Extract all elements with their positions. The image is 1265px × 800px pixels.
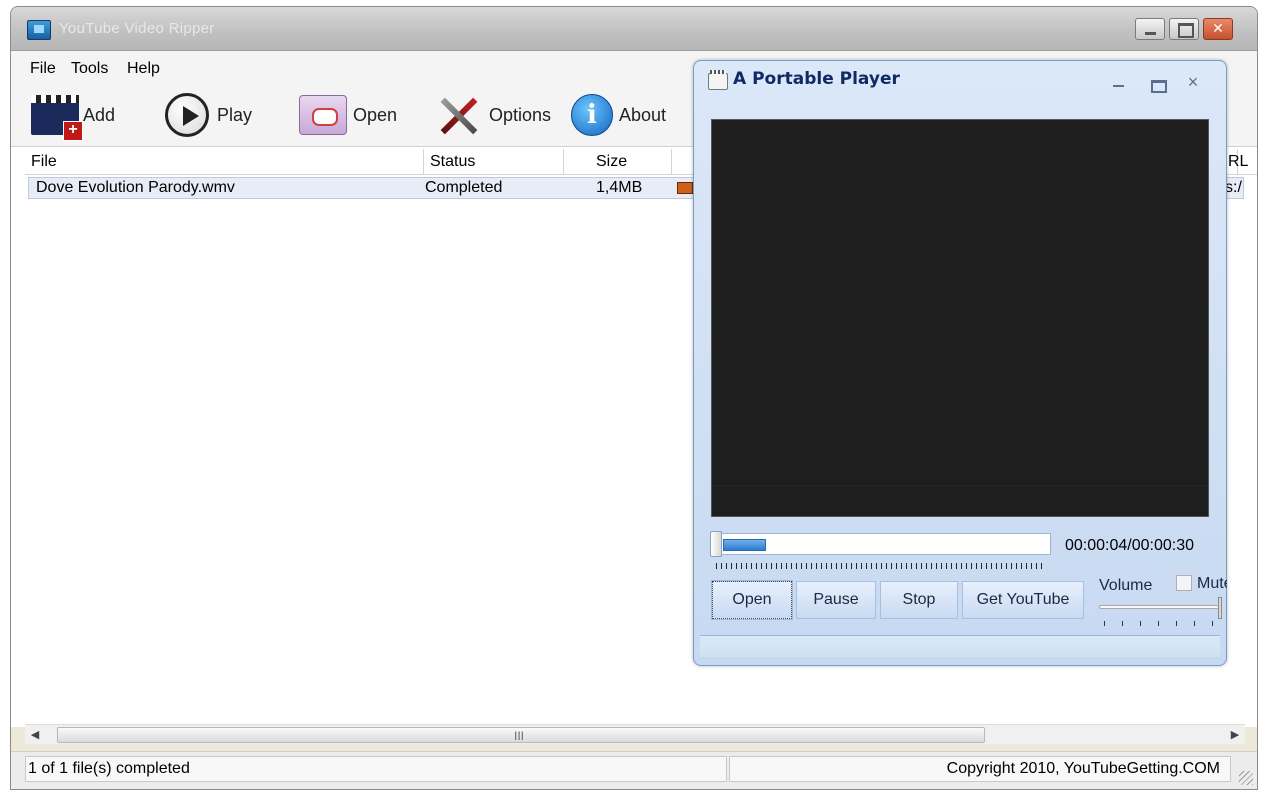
status-bar: 1 of 1 file(s) completed Copyright 2010,… bbox=[11, 751, 1257, 789]
cell-size: 1,4MB bbox=[596, 179, 643, 196]
get-youtube-button[interactable]: Get YouTube bbox=[962, 581, 1084, 619]
app-icon bbox=[27, 20, 51, 40]
mute-label: Mute bbox=[1197, 575, 1227, 592]
player-open-button[interactable]: Open bbox=[711, 580, 793, 620]
clapperboard-add-icon bbox=[31, 95, 83, 141]
time-display: 00:00:04/00:00:30 bbox=[1065, 537, 1195, 554]
column-header-file[interactable]: File bbox=[25, 149, 424, 175]
maximize-button[interactable] bbox=[1169, 18, 1199, 40]
player-bottom-bar bbox=[700, 635, 1220, 657]
options-button[interactable]: Options bbox=[435, 89, 551, 141]
play-button[interactable]: Play bbox=[165, 89, 252, 141]
status-text: 1 of 1 file(s) completed bbox=[25, 756, 727, 782]
horizontal-scrollbar[interactable]: ◀ III ▶ bbox=[25, 724, 1245, 744]
play-label: Play bbox=[217, 104, 253, 125]
column-header-size[interactable]: Size bbox=[564, 149, 672, 175]
seek-progress-fill bbox=[723, 539, 766, 551]
cell-status: Completed bbox=[425, 179, 503, 196]
player-maximize-button[interactable] bbox=[1150, 75, 1167, 93]
window-title: YouTube Video Ripper bbox=[59, 20, 215, 37]
clapperboard-icon bbox=[708, 70, 728, 90]
close-button[interactable] bbox=[1203, 18, 1233, 40]
seek-tick-marks bbox=[716, 563, 1046, 569]
menu-help[interactable]: Help bbox=[127, 60, 160, 78]
cell-file: Dove Evolution Parody.wmv bbox=[36, 179, 235, 196]
player-window: A Portable Player × 00:00:04/00:00:30 Op… bbox=[693, 60, 1227, 666]
volume-tick-marks bbox=[1104, 621, 1214, 626]
folder-open-icon bbox=[299, 95, 347, 135]
tools-icon bbox=[435, 91, 483, 139]
player-close-button[interactable]: × bbox=[1184, 73, 1202, 91]
download-progress-bar bbox=[677, 182, 693, 194]
volume-handle[interactable] bbox=[1218, 597, 1222, 619]
info-icon: i bbox=[571, 94, 613, 136]
about-button[interactable]: i About bbox=[571, 89, 666, 141]
open-button[interactable]: Open bbox=[299, 89, 397, 141]
volume-label: Volume bbox=[1099, 577, 1153, 594]
minimize-button[interactable] bbox=[1135, 18, 1165, 40]
add-button[interactable]: Add bbox=[31, 89, 115, 141]
about-label: About bbox=[619, 104, 667, 125]
options-label: Options bbox=[489, 104, 552, 125]
player-stop-button[interactable]: Stop bbox=[880, 581, 958, 619]
column-header-status[interactable]: Status bbox=[424, 149, 564, 175]
scroll-left-arrow[interactable]: ◀ bbox=[25, 725, 45, 745]
scrollbar-grip: III bbox=[514, 729, 525, 743]
scroll-right-arrow[interactable]: ▶ bbox=[1225, 725, 1245, 745]
title-bar: YouTube Video Ripper bbox=[11, 7, 1257, 51]
video-display[interactable] bbox=[711, 119, 1209, 517]
resize-grip[interactable] bbox=[1239, 771, 1253, 785]
add-label: Add bbox=[83, 104, 116, 125]
cell-url: s:/ bbox=[1225, 179, 1242, 196]
seek-handle[interactable] bbox=[710, 531, 722, 557]
player-title: A Portable Player bbox=[733, 69, 900, 89]
play-icon bbox=[165, 93, 209, 137]
open-label: Open bbox=[353, 104, 398, 125]
menu-tools[interactable]: Tools bbox=[71, 60, 108, 78]
seek-bar[interactable] bbox=[716, 533, 1051, 555]
mute-checkbox[interactable] bbox=[1176, 575, 1192, 591]
player-pause-button[interactable]: Pause bbox=[796, 581, 876, 619]
volume-slider[interactable] bbox=[1099, 605, 1219, 609]
menu-file[interactable]: File bbox=[30, 60, 56, 78]
player-title-bar[interactable]: A Portable Player × bbox=[694, 61, 1226, 105]
scrollbar-thumb[interactable]: III bbox=[57, 727, 985, 743]
copyright-text: Copyright 2010, YouTubeGetting.COM bbox=[729, 756, 1231, 782]
player-minimize-button[interactable] bbox=[1112, 75, 1126, 89]
